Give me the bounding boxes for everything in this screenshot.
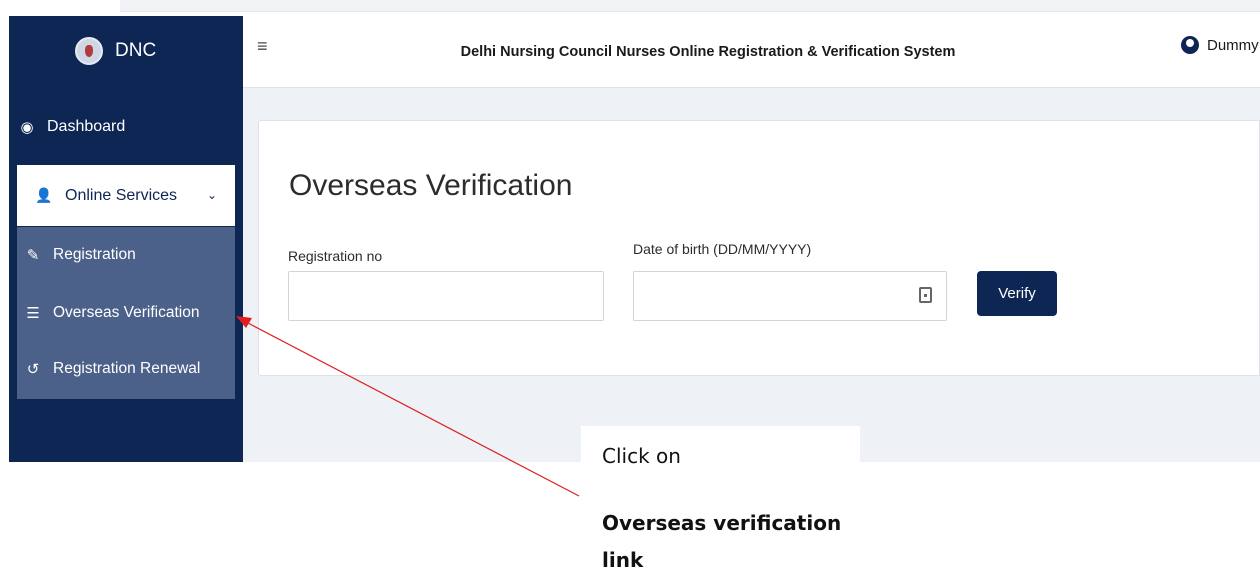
user-menu[interactable]: Dummy F: [1181, 36, 1260, 54]
sidebar-item-label: Registration: [53, 246, 136, 263]
calendar-icon[interactable]: [919, 287, 932, 303]
registration-no-label: Registration no: [288, 248, 383, 264]
verification-card: Overseas Verification Registration no Da…: [258, 120, 1260, 376]
header-title: Delhi Nursing Council Nurses Online Regi…: [460, 44, 956, 60]
user-avatar-icon: [1181, 36, 1199, 54]
sidebar-item-label: Registration Renewal: [53, 360, 201, 377]
council-logo-icon: [75, 37, 103, 65]
annotation-text-line1: Click on: [602, 444, 681, 468]
page-title: Overseas Verification: [289, 169, 573, 202]
sidebar: DNC ◉ Dashboard 👤 Online Services ⌄ ✎ Re…: [9, 16, 243, 462]
main-content: Overseas Verification Registration no Da…: [243, 88, 1260, 462]
browser-top-strip: [120, 0, 1260, 12]
sidebar-item-registration[interactable]: ✎ Registration: [17, 227, 235, 283]
verify-button[interactable]: Verify: [977, 271, 1057, 316]
registration-no-input[interactable]: [288, 271, 604, 321]
app-window: DNC ◉ Dashboard 👤 Online Services ⌄ ✎ Re…: [9, 16, 1260, 462]
sidebar-item-registration-renewal[interactable]: ↺ Registration Renewal: [17, 341, 235, 397]
brand[interactable]: DNC: [9, 16, 243, 86]
dob-label: Date of birth (DD/MM/YYYY): [633, 241, 812, 257]
brand-name: DNC: [115, 40, 157, 61]
annotation-text-line2: Overseas verification link: [602, 511, 842, 567]
sidebar-item-overseas-verification[interactable]: ☰ Overseas Verification: [17, 285, 235, 341]
dob-input[interactable]: [633, 271, 947, 321]
edit-icon: ✎: [26, 247, 40, 264]
dashboard-gauge-icon: ◉: [20, 119, 34, 136]
user-name: Dummy F: [1207, 36, 1260, 54]
sidebar-item-label: Dashboard: [47, 118, 126, 135]
online-services-submenu: ✎ Registration ☰ Overseas Verification ↺…: [17, 227, 235, 399]
list-icon: ☰: [26, 305, 40, 322]
sidebar-item-online-services[interactable]: 👤 Online Services ⌄: [17, 165, 235, 226]
sidebar-item-dashboard[interactable]: ◉ Dashboard: [17, 102, 243, 152]
chevron-down-icon: ⌄: [206, 188, 217, 202]
screenshot-stage: DNC ◉ Dashboard 👤 Online Services ⌄ ✎ Re…: [0, 0, 1260, 567]
sidebar-item-label: Online Services: [65, 186, 178, 204]
undo-icon: ↺: [26, 361, 40, 378]
user-check-icon: 👤: [35, 187, 53, 203]
sidebar-item-label: Overseas Verification: [53, 304, 200, 321]
top-header: ≡ Delhi Nursing Council Nurses Online Re…: [243, 16, 1260, 88]
